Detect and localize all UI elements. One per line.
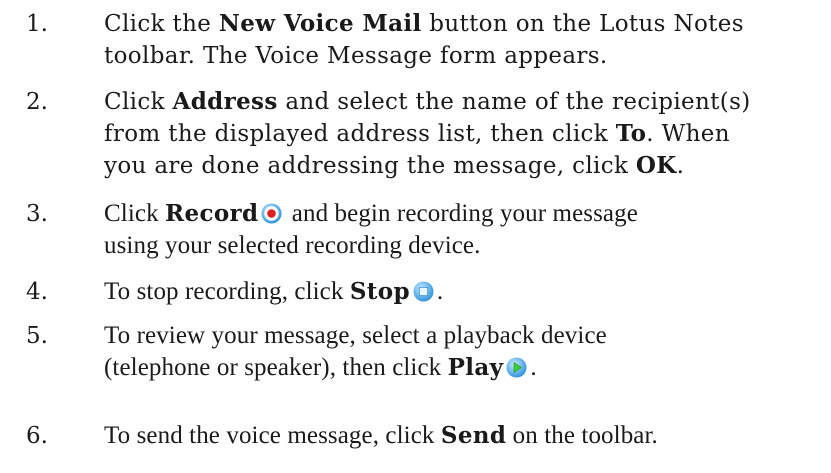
step-line: To review your message, select a playbac… <box>104 322 607 349</box>
step-number: 5. <box>26 323 48 349</box>
step-line: Click Address and select the name of the… <box>104 88 751 115</box>
step-line: Click the New Voice Mail button on the L… <box>104 10 744 37</box>
step-line: you are done addressing the message, cli… <box>104 152 685 179</box>
step-line: using your selected recording device. <box>104 232 481 259</box>
play-icon <box>506 357 527 378</box>
ui-term-address: Address <box>172 88 278 115</box>
stop-icon <box>413 281 434 302</box>
record-icon <box>261 203 282 224</box>
step-line: from the displayed address list, then cl… <box>104 120 730 147</box>
ui-term-send: Send <box>440 422 507 449</box>
ui-term-play: Play <box>447 354 504 381</box>
step-line: (telephone or speaker), then click Play. <box>104 354 537 381</box>
step-line: To stop recording, click Stop. <box>104 278 444 305</box>
step-line: To send the voice message, click Send on… <box>104 422 658 449</box>
step-text: Click the New Voice Mail button on the L… <box>104 8 824 72</box>
step-line: Click Record and begin recording your me… <box>104 200 638 227</box>
step-text: Click Address and select the name of the… <box>104 86 824 182</box>
step-text: Click Record and begin recording your me… <box>104 198 824 262</box>
step-number: 4. <box>26 279 48 305</box>
step-number: 2. <box>26 89 48 115</box>
step-number: 3. <box>26 201 48 227</box>
step-text: To stop recording, click Stop. <box>104 276 824 308</box>
ui-term-new-voice-mail: New Voice Mail <box>218 10 422 37</box>
step-number: 1. <box>26 11 48 37</box>
ui-term-stop: Stop <box>349 278 410 305</box>
ui-term-record: Record <box>165 200 259 227</box>
ui-term-ok: OK <box>635 152 677 179</box>
instruction-steps: 1. Click the New Voice Mail button on th… <box>0 0 831 473</box>
step-text: To review your message, select a playbac… <box>104 320 824 384</box>
ui-term-to: To <box>615 120 647 147</box>
step-number: 6. <box>26 423 48 449</box>
step-line: toolbar. The Voice Message form appears. <box>104 43 608 69</box>
step-text: To send the voice message, click Send on… <box>104 420 824 452</box>
